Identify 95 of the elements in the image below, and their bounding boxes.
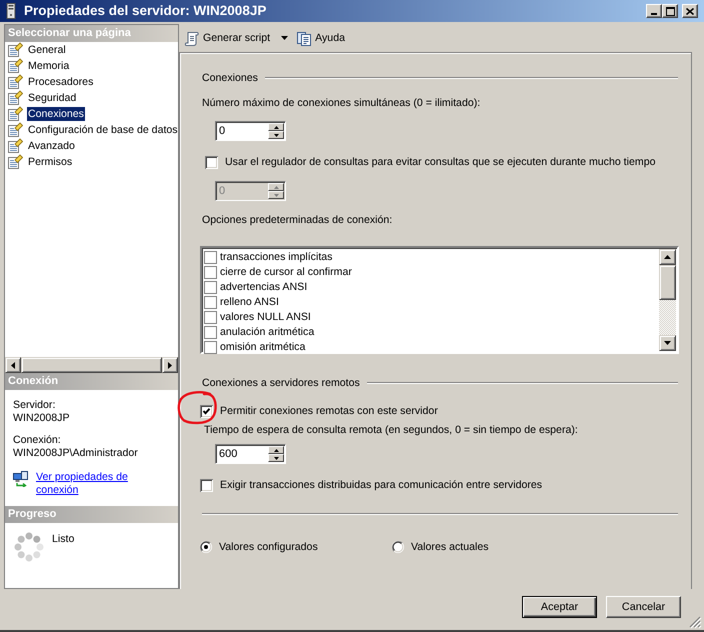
spin-up-button[interactable]: [268, 183, 284, 191]
checkbox-label[interactable]: Exigir transacciones distribuidas para comunicación entre servidores: [220, 477, 542, 493]
checkbox[interactable]: [204, 251, 217, 264]
checkbox-label[interactable]: anulación aritmética: [220, 325, 314, 340]
panel-header: Conexión: [5, 373, 178, 390]
caret-icon: [281, 36, 288, 40]
up-arrow-icon: [664, 255, 671, 259]
spin-up-button[interactable]: [268, 123, 284, 131]
info-label: Conexión:: [13, 434, 62, 447]
radio-button[interactable]: [200, 541, 212, 553]
minimize-button[interactable]: [646, 4, 662, 18]
checkbox[interactable]: [200, 404, 213, 418]
resize-grip-icon[interactable]: [689, 616, 702, 629]
section-title: Conexiones a servidores remotos: [202, 376, 360, 391]
info-value: WIN2008JP\Administrador: [13, 447, 139, 460]
scroll-left-button[interactable]: [5, 357, 21, 373]
scroll-up-button[interactable]: [659, 249, 676, 265]
field-label: Opciones predeterminadas de conexión:: [202, 213, 394, 228]
checkbox-label[interactable]: valores NULL ANSI: [220, 310, 311, 325]
status-text: Listo: [52, 533, 74, 546]
checkbox-label[interactable]: relleno ANSI: [220, 295, 279, 310]
network-computers-icon: [13, 471, 29, 487]
checkbox[interactable]: [204, 326, 217, 339]
up-arrow-icon: [274, 448, 278, 452]
window-title: Propiedades del servidor: WIN2008JP: [24, 2, 268, 20]
checkbox-label[interactable]: advertencias ANSI: [220, 280, 308, 295]
dialog-button[interactable]: Cancelar: [606, 596, 681, 618]
radio-label[interactable]: Valores actuales: [411, 539, 489, 555]
checkbox[interactable]: [204, 266, 217, 279]
generate-script-button[interactable]: Generar script: [182, 27, 290, 49]
page-icon: [7, 154, 23, 170]
field-label: Tiempo de espera de consulta remota (en segundos, 0 = sin tiempo de espera):: [204, 423, 579, 438]
maximize-button[interactable]: [662, 4, 678, 18]
page-icon: [7, 122, 23, 138]
sidebar-item[interactable]: Conexiones: [27, 107, 85, 121]
radio-label[interactable]: Valores configurados: [219, 539, 318, 555]
checkbox[interactable]: [204, 311, 217, 324]
panel-header: Seleccionar una página: [5, 25, 178, 42]
radio-button[interactable]: [392, 541, 404, 553]
scrollbar[interactable]: [659, 249, 676, 351]
close-icon: [686, 8, 694, 14]
info-value: WIN2008JP: [13, 412, 71, 425]
page-icon: [7, 106, 23, 122]
checkbox[interactable]: [204, 296, 217, 309]
section-title: Conexiones: [202, 71, 258, 86]
spin-down-button[interactable]: [268, 191, 284, 199]
page-icon: [7, 74, 23, 90]
scroll-icon: [184, 30, 200, 46]
up-arrow-icon: [274, 186, 278, 188]
panel-header: Progreso: [5, 506, 178, 523]
down-arrow-icon: [274, 134, 278, 136]
checkbox[interactable]: [204, 341, 217, 354]
help-button[interactable]: Ayuda: [294, 27, 347, 49]
sidebar-item[interactable]: Avanzado: [27, 139, 76, 153]
down-arrow-icon: [274, 194, 278, 196]
info-label: Servidor:: [13, 399, 56, 412]
spin-down-button[interactable]: [268, 454, 284, 462]
checkbox-label[interactable]: transacciones implícitas: [220, 250, 332, 265]
checkbox[interactable]: [205, 156, 218, 168]
checkbox-label[interactable]: omisión aritmética: [220, 340, 306, 355]
scrollbar-thumb[interactable]: [21, 357, 162, 373]
page-icon: [7, 42, 23, 58]
sidebar-item[interactable]: Configuración de base de datos: [27, 123, 179, 137]
checkbox-label[interactable]: cierre de cursor al confirmar: [220, 265, 352, 280]
page-icon: [7, 90, 23, 106]
down-arrow-icon: [274, 456, 278, 460]
right-arrow-icon: [168, 362, 172, 368]
spin-up-button[interactable]: [268, 446, 284, 454]
spinner-icon: [14, 532, 44, 562]
left-arrow-icon: [11, 362, 15, 368]
checkbox[interactable]: [204, 281, 217, 294]
checkbox-label[interactable]: Usar el regulador de consultas para evitar consultas que se ejecuten durante mucho tiempo: [225, 154, 656, 170]
properties-link[interactable]: Ver propiedades de conexión: [36, 471, 136, 497]
down-arrow-icon: [664, 341, 671, 345]
sidebar-item[interactable]: Procesadores: [27, 75, 94, 89]
page-icon: [7, 138, 23, 154]
sidebar-item[interactable]: Permisos: [27, 155, 74, 169]
dialog-button[interactable]: Aceptar: [522, 596, 597, 618]
close-button[interactable]: [682, 4, 698, 18]
checkbox-label[interactable]: Permitir conexiones remotas con este servidor: [220, 403, 438, 419]
server-icon: [5, 3, 17, 19]
page-icon: [7, 58, 23, 74]
sidebar-item[interactable]: General: [27, 43, 67, 57]
scrollbar[interactable]: [5, 357, 178, 373]
maximize-icon: [666, 6, 674, 16]
spin-down-button[interactable]: [268, 131, 284, 139]
scroll-right-button[interactable]: [162, 357, 178, 373]
up-arrow-icon: [274, 126, 278, 128]
scrollbar-thumb[interactable]: [659, 265, 676, 300]
sidebar-item[interactable]: Seguridad: [27, 91, 78, 105]
field-label: Número máximo de conexiones simultáneas (0 = ilimitado):: [202, 96, 482, 111]
checkbox[interactable]: [200, 478, 213, 492]
documents-icon: [296, 30, 312, 46]
sidebar-item[interactable]: Memoria: [27, 59, 70, 73]
scroll-down-button[interactable]: [659, 335, 676, 351]
